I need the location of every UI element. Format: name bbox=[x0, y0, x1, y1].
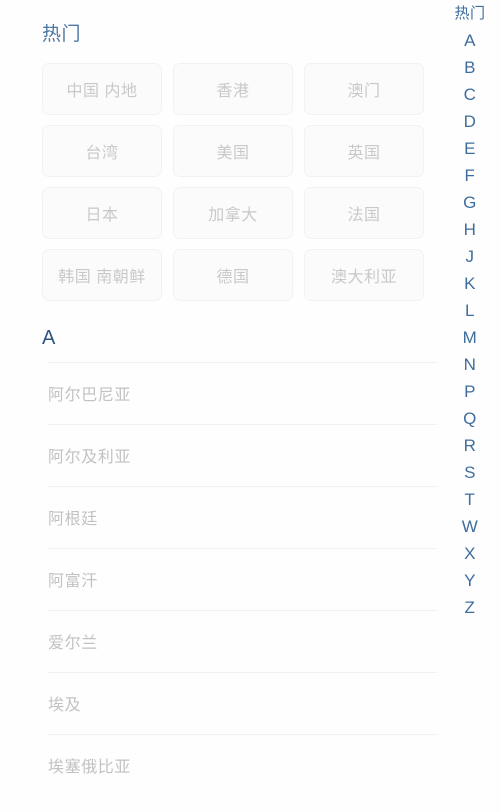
index-rail-item-f[interactable]: F bbox=[465, 162, 476, 189]
index-rail-item-x[interactable]: X bbox=[464, 540, 476, 567]
section-header-a: A bbox=[42, 327, 56, 349]
index-rail-item-t[interactable]: T bbox=[465, 486, 476, 513]
index-rail-item-a[interactable]: A bbox=[464, 27, 476, 54]
index-rail-item-q[interactable]: Q bbox=[463, 405, 477, 432]
hot-region-tag[interactable]: 澳大利亚 bbox=[304, 249, 424, 301]
country-list-item[interactable]: 埃塞俄比亚 bbox=[0, 734, 440, 796]
index-rail-item-n[interactable]: N bbox=[464, 351, 477, 378]
hot-region-tag[interactable]: 香港 bbox=[173, 63, 293, 115]
index-rail-item-b[interactable]: B bbox=[464, 54, 476, 81]
hot-region-tag[interactable]: 日本 bbox=[42, 187, 162, 239]
country-name: 埃塞俄比亚 bbox=[48, 759, 132, 776]
index-rail-item-z[interactable]: Z bbox=[465, 594, 476, 621]
index-rail-item-c[interactable]: C bbox=[464, 81, 477, 108]
index-rail-item-e[interactable]: E bbox=[464, 135, 476, 162]
country-name: 阿尔及利亚 bbox=[48, 449, 132, 466]
index-rail-item-h[interactable]: H bbox=[464, 216, 477, 243]
country-list-scroll-area[interactable]: 热门 中国 内地 香港 澳门 台湾 美国 英国 日本 加拿大 法国 韩国 南朝鲜 德国 澳大利亚 A … bbox=[0, 0, 440, 812]
country-name: 阿根廷 bbox=[48, 511, 98, 528]
hot-section-title: 热门 bbox=[42, 24, 82, 45]
country-list-item[interactable]: 阿尔巴尼亚 bbox=[0, 362, 440, 424]
hot-region-tag[interactable]: 法国 bbox=[304, 187, 424, 239]
country-list-item[interactable]: 阿富汗 bbox=[0, 548, 440, 610]
country-name: 埃及 bbox=[48, 697, 82, 714]
hot-region-tag[interactable]: 加拿大 bbox=[173, 187, 293, 239]
hot-region-tag[interactable]: 美国 bbox=[173, 125, 293, 177]
index-rail-item-w[interactable]: W bbox=[462, 513, 479, 540]
index-rail-item-r[interactable]: R bbox=[464, 432, 477, 459]
hot-region-tag[interactable]: 英国 bbox=[304, 125, 424, 177]
country-name: 阿富汗 bbox=[48, 573, 98, 590]
country-list-item[interactable]: 阿根廷 bbox=[0, 486, 440, 548]
index-rail-item-s[interactable]: S bbox=[464, 459, 476, 486]
index-rail-item-d[interactable]: D bbox=[464, 108, 477, 135]
country-picker-screen: 热门 中国 内地 香港 澳门 台湾 美国 英国 日本 加拿大 法国 韩国 南朝鲜 德国 澳大利亚 A … bbox=[0, 0, 500, 812]
index-rail-item-g[interactable]: G bbox=[463, 189, 477, 216]
country-name: 阿尔巴尼亚 bbox=[48, 387, 132, 404]
country-list: 阿尔巴尼亚阿尔及利亚阿根廷阿富汗爱尔兰埃及埃塞俄比亚 bbox=[0, 362, 440, 796]
hot-region-tag-grid: 中国 内地 香港 澳门台湾 美国 英国日本 加拿大 法国韩国 南朝鲜 德国 澳大利亚 bbox=[42, 63, 425, 301]
country-name: 爱尔兰 bbox=[48, 635, 98, 652]
index-rail-item-p[interactable]: P bbox=[464, 378, 476, 405]
hot-region-tag[interactable]: 台湾 bbox=[42, 125, 162, 177]
hot-region-tag[interactable]: 中国 内地 bbox=[42, 63, 162, 115]
country-list-item[interactable]: 埃及 bbox=[0, 672, 440, 734]
index-rail-item-hot[interactable]: 热门 bbox=[454, 3, 485, 25]
country-list-item[interactable]: 爱尔兰 bbox=[0, 610, 440, 672]
index-rail-item-l[interactable]: L bbox=[465, 297, 475, 324]
index-rail-item-y[interactable]: Y bbox=[464, 567, 476, 594]
country-list-item[interactable]: 阿尔及利亚 bbox=[0, 424, 440, 486]
hot-region-tag[interactable]: 澳门 bbox=[304, 63, 424, 115]
hot-region-tag[interactable]: 德国 bbox=[173, 249, 293, 301]
alphabet-index-rail[interactable]: 热门 A B C D E F G H J K L M N P Q R S T W X Y Z bbox=[440, 0, 500, 812]
index-rail-item-m[interactable]: M bbox=[463, 324, 478, 351]
index-rail-item-j[interactable]: J bbox=[466, 243, 475, 270]
index-rail-item-k[interactable]: K bbox=[464, 270, 476, 297]
hot-region-tag[interactable]: 韩国 南朝鲜 bbox=[42, 249, 162, 301]
